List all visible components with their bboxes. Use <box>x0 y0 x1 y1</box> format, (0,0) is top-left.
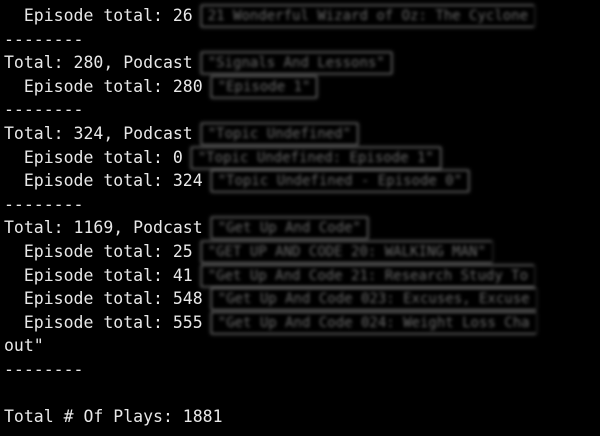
podcast-total-text: Total: 1169, Podcast <box>4 218 203 238</box>
terminal-output: Episode total: 26 21 Wonderful Wizard of… <box>0 0 600 436</box>
separator: -------- <box>4 28 83 52</box>
episode-line: Episode total: 0 "Topic Undefined: Episo… <box>4 146 441 170</box>
redacted-podcast-title: "Get Up And Code" <box>210 217 368 239</box>
episode-total-text: Episode total: 25 <box>4 242 193 262</box>
redacted-episode-title: "Topic Undefined: Episode 1" <box>190 147 441 169</box>
episode-line: Episode total: 280 "Episode 1" <box>4 75 318 99</box>
grand-total-line: Total # Of Plays: 1881 <box>4 405 223 429</box>
episode-line: Episode total: 324 "Topic Undefined - Ep… <box>4 169 470 193</box>
separator: -------- <box>4 98 83 122</box>
separator: -------- <box>4 358 83 382</box>
grand-total-text: Total # Of Plays: 1881 <box>4 407 223 427</box>
podcast-line: Total: 1169, Podcast "Get Up And Code" <box>4 216 368 240</box>
redacted-episode-title: "Episode 1" <box>210 76 318 98</box>
redacted-episode-title: "Get Up And Code 024: Weight Loss Cha <box>210 312 536 334</box>
episode-line: Episode total: 41 "Get Up And Code 21: R… <box>4 264 535 288</box>
separator-text: -------- <box>4 195 84 215</box>
episode-line: Episode total: 555 "Get Up And Code 024:… <box>4 311 536 335</box>
episode-line: Episode total: 25 "GET UP AND CODE 20: W… <box>4 240 492 264</box>
redacted-podcast-title: "Topic Undefined" <box>200 123 359 145</box>
episode-total-text: Episode total: 324 <box>4 171 203 191</box>
episode-total-text: Episode total: 280 <box>4 77 203 97</box>
episode-total-text: Episode total: 555 <box>4 313 203 333</box>
episode-total-text: Episode total: 41 <box>4 266 193 286</box>
episode-line: Episode total: 26 21 Wonderful Wizard of… <box>4 4 535 28</box>
episode-line: Episode total: 548 "Get Up And Code 023:… <box>4 287 536 311</box>
redacted-episode-title: 21 Wonderful Wizard of Oz: The Cyclone <box>200 5 535 27</box>
episode-total-text: Episode total: 548 <box>4 289 203 309</box>
separator: -------- <box>4 193 83 217</box>
podcast-line: Total: 324, Podcast "Topic Undefined" <box>4 122 359 146</box>
wrapped-text: out" <box>4 336 44 356</box>
separator-text: -------- <box>4 360 84 380</box>
episode-total-text: Episode total: 26 <box>4 6 193 26</box>
wrapped-text-line: out" <box>4 334 44 358</box>
episode-total-text: Episode total: 0 <box>4 148 183 168</box>
podcast-total-text: Total: 280, Podcast <box>4 53 193 73</box>
redacted-podcast-title: "Signals And Lessons" <box>200 52 392 74</box>
redacted-episode-title: "Get Up And Code 21: Research Study To <box>200 265 535 287</box>
redacted-episode-title: "GET UP AND CODE 20: WALKING MAN" <box>200 241 492 263</box>
redacted-episode-title: "Get Up And Code 023: Excuses, Excuse <box>210 288 536 310</box>
podcast-total-text: Total: 324, Podcast <box>4 124 193 144</box>
redacted-episode-title: "Topic Undefined - Episode 0" <box>210 170 470 192</box>
podcast-line: Total: 280, Podcast "Signals And Lessons… <box>4 51 392 75</box>
separator-text: -------- <box>4 30 84 50</box>
separator-text: -------- <box>4 100 84 120</box>
